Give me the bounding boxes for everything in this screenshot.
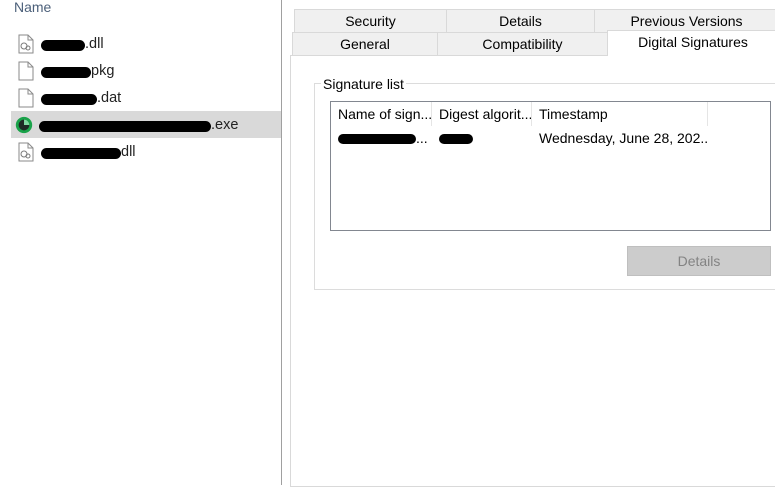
tab-security[interactable]: Security (294, 9, 447, 32)
column-digest-algorithm[interactable]: Digest algorit... (432, 102, 532, 126)
timestamp-cell: Wednesday, June 28, 202... (539, 130, 708, 146)
dll-file-icon (17, 33, 35, 55)
file-explorer-pane: Name .dll pkg .dat .exe dll (0, 0, 281, 485)
details-button[interactable]: Details (627, 246, 771, 276)
file-item[interactable]: .dll (11, 30, 281, 57)
file-item-selected[interactable]: .exe (11, 111, 281, 138)
column-name-of-signer[interactable]: Name of sign... (331, 102, 432, 126)
tab-previous-versions[interactable]: Previous Versions (594, 9, 775, 32)
dll-file-icon (17, 141, 35, 163)
properties-dialog: Security Details Previous Versions Gener… (282, 0, 775, 487)
file-name: .dll (41, 36, 104, 52)
list-header: Name of sign... Digest algorit... Timest… (331, 102, 770, 126)
file-name: pkg (41, 63, 114, 79)
tab-general[interactable]: General (292, 32, 438, 55)
digest-cell (432, 128, 532, 148)
column-timestamp[interactable]: Timestamp (532, 102, 708, 126)
signer-name-cell: ... (331, 128, 432, 148)
blank-file-icon (17, 60, 35, 82)
green-app-icon (15, 114, 33, 136)
signature-list-label: Signature list (321, 76, 406, 92)
name-column-header[interactable]: Name (14, 0, 51, 16)
file-name: dll (41, 144, 136, 160)
signature-list[interactable]: Name of sign... Digest algorit... Timest… (330, 101, 771, 231)
file-item[interactable]: dll (11, 138, 281, 165)
file-item[interactable]: pkg (11, 57, 281, 84)
tab-compatibility[interactable]: Compatibility (437, 32, 608, 55)
tab-details[interactable]: Details (446, 9, 595, 32)
file-item[interactable]: .dat (11, 84, 281, 111)
blank-file-icon (17, 87, 35, 109)
file-name: .exe (39, 117, 238, 133)
file-name: .dat (41, 90, 121, 106)
tab-digital-signatures[interactable]: Digital Signatures (607, 30, 775, 56)
